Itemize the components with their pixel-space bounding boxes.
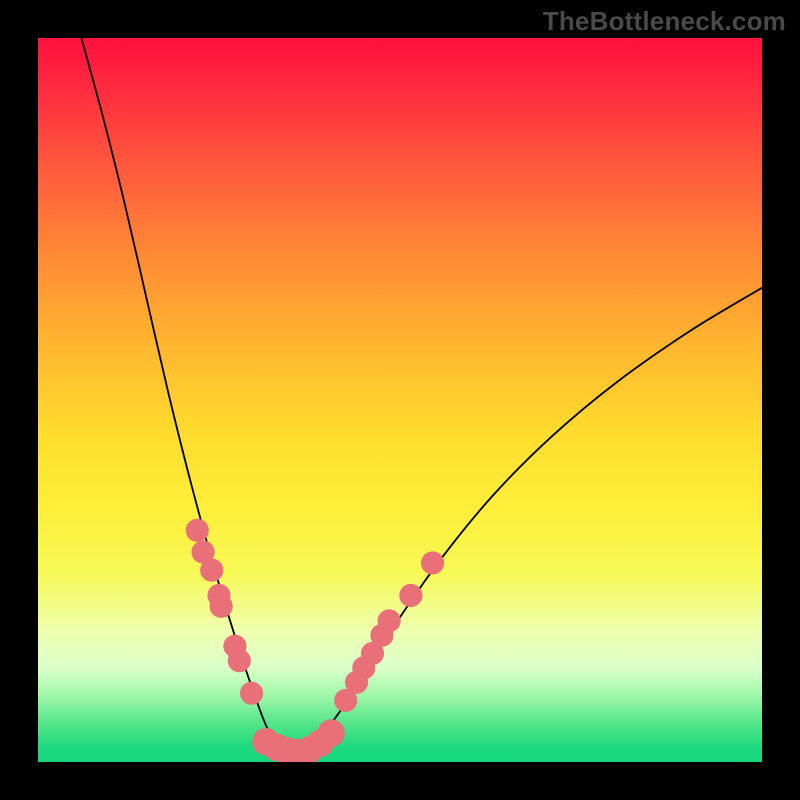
data-point [421,551,444,574]
data-point [378,609,401,632]
curve-svg [38,38,762,762]
data-point [317,719,345,747]
data-point [228,649,251,672]
data-point [240,682,263,705]
watermark-text: TheBottleneck.com [543,6,786,37]
data-point [186,519,209,542]
data-point [210,595,233,618]
data-markers [186,519,444,762]
plot-area [38,38,762,762]
bottleneck-curve [81,38,762,754]
data-point [200,559,223,582]
data-point [399,584,422,607]
chart-frame: TheBottleneck.com [0,0,800,800]
